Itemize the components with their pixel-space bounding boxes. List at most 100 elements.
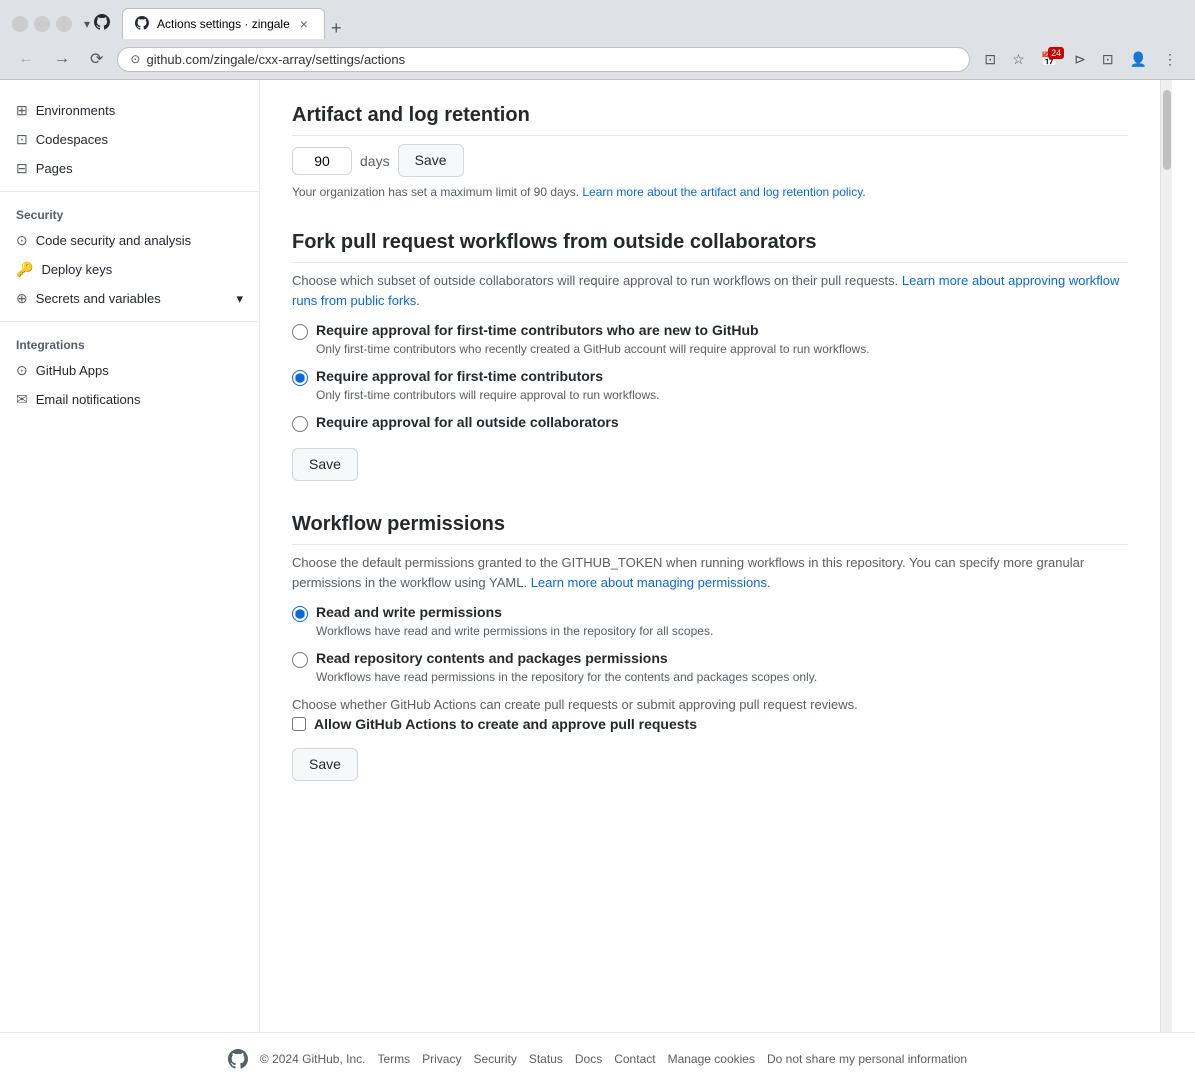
footer-security[interactable]: Security [473,1052,516,1066]
allow-pr-label[interactable]: Allow GitHub Actions to create and appro… [314,716,697,732]
retention-days-input[interactable] [292,147,352,175]
checkbox-row: Allow GitHub Actions to create and appro… [292,716,1128,732]
tab-close-button[interactable]: × [296,15,312,33]
sidebar-item-label: GitHub Apps [36,363,109,378]
footer-manage-cookies[interactable]: Manage cookies [668,1052,755,1066]
sidebar-item-secrets-variables[interactable]: ⊕ Secrets and variables ▾ [0,284,259,313]
fork-radio-3[interactable] [292,416,308,432]
retention-row: days Save [292,144,1128,177]
workflow-save-button[interactable]: Save [292,748,358,781]
sidebar-item-label: Secrets and variables [36,291,161,306]
sidebar-item-label: Pages [36,161,73,176]
bookmark-button[interactable]: ☆ [1006,47,1031,72]
window-controls: × − □ [12,16,72,32]
deploy-keys-icon: 🔑 [16,261,33,278]
github-apps-icon: ⊙ [16,362,28,379]
sidebar-item-email-notifications[interactable]: ✉ Email notifications [0,385,259,414]
footer-privacy[interactable]: Privacy [422,1052,461,1066]
sidebar-item-github-apps[interactable]: ⊙ GitHub Apps [0,356,259,385]
workflow-radio-2[interactable] [292,652,308,668]
extension-btn2[interactable]: ⊳ [1068,47,1092,72]
tab-title: Actions settings · zingale [157,17,290,31]
fork-option-1: Require approval for first-time contribu… [292,322,1128,356]
fork-section-desc: Choose which subset of outside collabora… [292,271,1128,310]
footer-copyright: © 2024 GitHub, Inc. [260,1052,366,1066]
address-bar: ← → ⟳ ⊙ github.com/zingale/cxx-array/set… [0,39,1195,79]
sidebar-item-label: Email notifications [36,392,141,407]
retention-learn-more-link[interactable]: Learn more about the artifact and log re… [582,185,865,199]
minimize-window-button[interactable]: − [34,16,50,32]
workflow-option-1-label[interactable]: Read and write permissions [316,604,502,620]
browser-chrome: × − □ ▾ Actions settings · zingale × + ←… [0,0,1195,80]
url-text: github.com/zingale/cxx-array/settings/ac… [146,52,957,67]
sidebar-divider [0,191,259,192]
tab-favicon [135,16,151,32]
fork-option-1-label[interactable]: Require approval for first-time contribu… [316,322,759,338]
workflow-section: Workflow permissions Choose the default … [292,513,1128,781]
fork-option-3: Require approval for all outside collabo… [292,414,1128,432]
fork-option-1-desc: Only first-time contributors who recentl… [316,342,1128,356]
allow-pr-checkbox[interactable] [292,717,306,731]
browser-actions: ⊡ ☆ 24 📅 ⊳ ⊡ 👤 ⋮ [978,47,1183,72]
profile-button[interactable]: 👤 [1124,47,1153,72]
cast-button[interactable]: ⊡ [978,47,1002,72]
workflow-option-2-desc: Workflows have read permissions in the r… [316,670,1128,684]
workflow-radio-1[interactable] [292,606,308,622]
workflow-option-2-label[interactable]: Read repository contents and packages pe… [316,650,668,666]
sidebar-item-code-security[interactable]: ⊙ Code security and analysis [0,226,259,255]
fork-save-button[interactable]: Save [292,448,358,481]
footer: © 2024 GitHub, Inc. Terms Privacy Securi… [0,1032,1195,1085]
close-window-button[interactable]: × [12,16,28,32]
retention-note-text: Your organization has set a maximum limi… [292,185,579,199]
fork-section: Fork pull request workflows from outside… [292,231,1128,481]
pull-request-desc: Choose whether GitHub Actions can create… [292,696,1128,712]
page-wrapper: ⊞ Environments ⊡ Codespaces ⊟ Pages Secu… [0,80,1195,1032]
sidebar-item-label: Code security and analysis [36,233,191,248]
fork-option-3-label[interactable]: Require approval for all outside collabo… [316,414,619,430]
main-content: Artifact and log retention days Save You… [260,80,1160,1032]
footer-contact[interactable]: Contact [614,1052,655,1066]
url-bar[interactable]: ⊙ github.com/zingale/cxx-array/settings/… [117,47,970,72]
pull-request-desc-text: Choose whether GitHub Actions can create… [292,697,858,712]
fork-radio-1[interactable] [292,324,308,340]
menu-button[interactable]: ⋮ [1157,47,1183,72]
footer-logo [228,1049,248,1069]
sidebar-item-pages[interactable]: ⊟ Pages [0,154,259,183]
fork-radio-2[interactable] [292,370,308,386]
sidebar-item-codespaces[interactable]: ⊡ Codespaces [0,125,259,154]
footer-docs[interactable]: Docs [575,1052,602,1066]
pages-icon: ⊟ [16,160,28,177]
scrollbar-track[interactable] [1160,80,1172,1032]
sidebar-item-environments[interactable]: ⊞ Environments [0,96,259,125]
workflow-option-2: Read repository contents and packages pe… [292,650,1128,684]
artifact-section: Artifact and log retention days Save You… [292,104,1128,199]
chevron-down-icon: ▾ [236,291,243,307]
fork-option-2-label[interactable]: Require approval for first-time contribu… [316,368,603,384]
workflow-section-title: Workflow permissions [292,513,1128,545]
title-bar: × − □ ▾ Actions settings · zingale × + [0,0,1195,39]
maximize-window-button[interactable]: □ [56,16,72,32]
footer-terms[interactable]: Terms [377,1052,410,1066]
email-icon: ✉ [16,391,28,408]
workflow-learn-more-link[interactable]: Learn more about managing permissions. [531,575,771,590]
forward-button[interactable]: → [48,46,76,72]
new-tab-button[interactable]: + [325,18,348,39]
back-button[interactable]: ← [12,46,40,72]
reload-button[interactable]: ⟳ [84,45,109,73]
extensions-button[interactable]: ⊡ [1096,47,1120,72]
profile-dropdown[interactable]: ▾ [84,17,90,31]
retention-save-button[interactable]: Save [398,144,464,177]
artifact-section-title: Artifact and log retention [292,104,1128,136]
workflow-option-1-desc: Workflows have read and write permission… [316,624,1128,638]
page-outer: ⊞ Environments ⊡ Codespaces ⊟ Pages Secu… [0,80,1195,1085]
footer-do-not-share[interactable]: Do not share my personal information [767,1052,967,1066]
sidebar: ⊞ Environments ⊡ Codespaces ⊟ Pages Secu… [0,80,260,1032]
scrollbar-thumb[interactable] [1163,90,1171,170]
sidebar-divider-2 [0,321,259,322]
sidebar-item-deploy-keys[interactable]: 🔑 Deploy keys [0,255,259,284]
footer-status[interactable]: Status [529,1052,563,1066]
fork-desc-text: Choose which subset of outside collabora… [292,273,898,288]
extension-btn1[interactable]: 24 📅 [1035,47,1064,72]
retention-note: Your organization has set a maximum limi… [292,185,1128,199]
active-tab[interactable]: Actions settings · zingale × [122,8,325,39]
